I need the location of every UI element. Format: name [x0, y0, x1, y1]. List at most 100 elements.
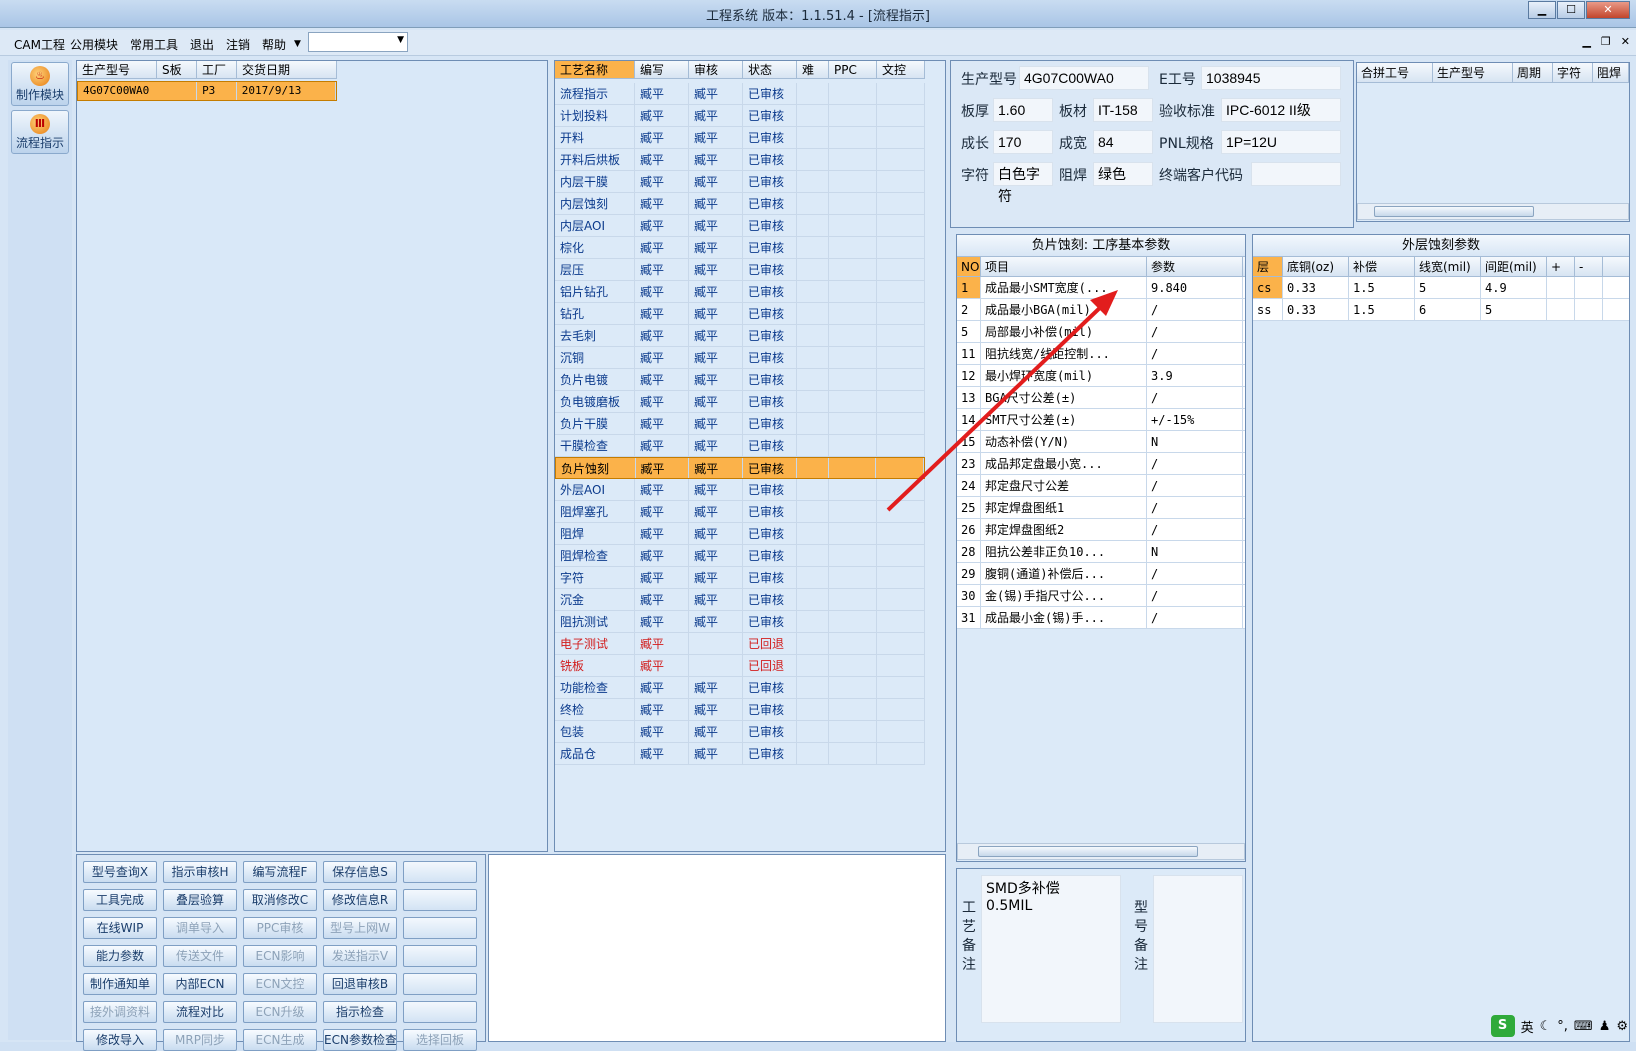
col-mask[interactable]: 阻焊: [1593, 63, 1629, 82]
action-button-2-1[interactable]: 调单导入: [163, 917, 237, 939]
sogou-ime-icon[interactable]: S: [1490, 1015, 1515, 1037]
table-row[interactable]: 干膜检查 臧平 臧平 已审核: [555, 435, 925, 457]
table-row[interactable]: 内层AOI 臧平 臧平 已审核: [555, 215, 925, 237]
col-merge-no[interactable]: 合拼工号: [1357, 63, 1433, 82]
minimize-button[interactable]: ▁: [1528, 1, 1556, 19]
col-status[interactable]: 状态: [743, 61, 797, 78]
param-row[interactable]: 11 阻抗线宽/线距控制... /: [957, 343, 1245, 365]
col-ppc[interactable]: PPC: [829, 61, 877, 78]
menu-exit[interactable]: 退出: [190, 36, 214, 53]
action-button-6-1[interactable]: MRP同步: [163, 1029, 237, 1051]
col-cycle[interactable]: 周期: [1513, 63, 1553, 82]
action-button-3-2[interactable]: ECN影响: [243, 945, 317, 967]
action-button-4-4[interactable]: [403, 973, 477, 995]
punctuation-icon[interactable]: °,: [1557, 1019, 1568, 1034]
col-reviewer[interactable]: 审核: [689, 61, 743, 78]
action-button-5-1[interactable]: 流程对比: [163, 1001, 237, 1023]
param-row[interactable]: 5 局部最小补偿(mil) /: [957, 321, 1245, 343]
param-row[interactable]: 24 邦定盘尺寸公差 /: [957, 475, 1245, 497]
table-row[interactable]: 阻焊检查 臧平 臧平 已审核: [555, 545, 925, 567]
param-row[interactable]: 31 成品最小金(锡)手... /: [957, 607, 1245, 629]
param-row[interactable]: 1 成品最小SMT宽度(... 9.840: [957, 277, 1245, 299]
action-button-1-1[interactable]: 叠层验算: [163, 889, 237, 911]
col-outer-0[interactable]: 层: [1253, 257, 1283, 276]
mdi-restore-icon[interactable]: ❐: [1601, 35, 1611, 48]
char-field[interactable]: 白色字符: [993, 162, 1053, 204]
table-row[interactable]: 阻焊塞孔 臧平 臧平 已审核: [555, 501, 925, 523]
action-button-0-3[interactable]: 保存信息S: [323, 861, 397, 883]
param-row[interactable]: 15 动态补偿(Y/N) N: [957, 431, 1245, 453]
merge-table-scrollbar[interactable]: [1357, 203, 1629, 220]
col-model[interactable]: 生产型号: [77, 61, 157, 78]
scroll-thumb[interactable]: [1374, 206, 1534, 217]
customer-code-field[interactable]: [1251, 162, 1341, 186]
outer-param-row[interactable]: ss 0.33 1.5 6 5: [1253, 299, 1629, 321]
action-button-6-4[interactable]: 选择回板: [403, 1029, 477, 1051]
close-button[interactable]: ✕: [1586, 1, 1630, 19]
action-button-0-0[interactable]: 型号查询X: [83, 861, 157, 883]
action-button-0-2[interactable]: 编写流程F: [243, 861, 317, 883]
param-row[interactable]: 23 成品邦定盘最小宽... /: [957, 453, 1245, 475]
ime-mode[interactable]: 英: [1521, 1017, 1534, 1036]
table-row[interactable]: 铝片钻孔 臧平 臧平 已审核: [555, 281, 925, 303]
outer-param-row[interactable]: cs 0.33 1.5 5 4.9: [1253, 277, 1629, 299]
user-icon[interactable]: ♟: [1599, 1019, 1611, 1034]
param-row[interactable]: 26 邦定焊盘图纸2/: [957, 519, 1245, 541]
keyboard-icon[interactable]: ⌨: [1574, 1019, 1593, 1034]
mask-field[interactable]: 绿色: [1093, 162, 1153, 186]
action-button-1-2[interactable]: 取消修改C: [243, 889, 317, 911]
table-row[interactable]: 棕化 臧平 臧平 已审核: [555, 237, 925, 259]
table-row[interactable]: 计划投料 臧平 臧平 已审核: [555, 105, 925, 127]
action-button-0-4[interactable]: [403, 861, 477, 883]
param-row[interactable]: 13 BGA尺寸公差(±) /: [957, 387, 1245, 409]
table-row[interactable]: 功能检查 臧平 臧平 已审核: [555, 677, 925, 699]
param-row[interactable]: 2 成品最小BGA(mil) /: [957, 299, 1245, 321]
param-row[interactable]: 28 阻抗公差非正负10... N: [957, 541, 1245, 563]
nav-make-module[interactable]: ♨ 制作模块: [11, 62, 69, 106]
table-row[interactable]: 电子测试 臧平 已回退: [555, 633, 925, 655]
param-row[interactable]: 30 金(锡)手指尺寸公... /: [957, 585, 1245, 607]
action-button-2-2[interactable]: PPC审核: [243, 917, 317, 939]
table-row[interactable]: 铣板 臧平 已回退: [555, 655, 925, 677]
param-row[interactable]: 12 最小焊环宽度(mil) 3.9: [957, 365, 1245, 387]
table-row[interactable]: 阻焊 臧平 臧平 已审核: [555, 523, 925, 545]
table-row[interactable]: 流程指示 臧平 臧平 已审核: [555, 83, 925, 105]
menu-common-module[interactable]: 公用模块: [70, 36, 118, 53]
table-row[interactable]: 负电镀磨板 臧平 臧平 已审核: [555, 391, 925, 413]
action-button-2-3[interactable]: 型号上网W: [323, 917, 397, 939]
col-delivery-date[interactable]: 交货日期: [237, 61, 337, 78]
menu-help[interactable]: 帮助: [262, 36, 286, 53]
table-row[interactable]: 开料 臧平 臧平 已审核: [555, 127, 925, 149]
table-row[interactable]: 终检 臧平 臧平 已审核: [555, 699, 925, 721]
param-row[interactable]: 29 腹铜(通道)补偿后... /: [957, 563, 1245, 585]
action-button-4-1[interactable]: 内部ECN: [163, 973, 237, 995]
action-button-2-0[interactable]: 在线WIP: [83, 917, 157, 939]
col-outer-6[interactable]: -: [1575, 257, 1603, 276]
param-row[interactable]: 14 SMT尺寸公差(±) +/-15%: [957, 409, 1245, 431]
action-button-5-2[interactable]: ECN升级: [243, 1001, 317, 1023]
action-button-6-3[interactable]: ECN参数检查: [323, 1029, 397, 1051]
table-row[interactable]: 钻孔 臧平 臧平 已审核: [555, 303, 925, 325]
menu-dropdown[interactable]: ▼: [308, 32, 408, 52]
col-param[interactable]: 参数: [1147, 257, 1243, 276]
table-row[interactable]: 内层干膜 臧平 臧平 已审核: [555, 171, 925, 193]
table-row[interactable]: 沉铜 臧平 臧平 已审核: [555, 347, 925, 369]
action-button-0-1[interactable]: 指示审核H: [163, 861, 237, 883]
action-button-4-3[interactable]: 回退审核B: [323, 973, 397, 995]
table-row[interactable]: 外层AOI 臧平 臧平 已审核: [555, 479, 925, 501]
table-row[interactable]: 4G07C00WA0 P3 2017/9/13: [77, 81, 337, 101]
table-row[interactable]: 负片干膜 臧平 臧平 已审核: [555, 413, 925, 435]
table-row[interactable]: 字符 臧平 臧平 已审核: [555, 567, 925, 589]
scroll-thumb[interactable]: [978, 846, 1198, 857]
pnl-field[interactable]: 1P=12U: [1221, 130, 1341, 154]
length-field[interactable]: 170: [993, 130, 1053, 154]
col-char[interactable]: 字符: [1553, 63, 1593, 82]
thickness-field[interactable]: 1.60: [993, 98, 1053, 122]
col-outer-5[interactable]: +: [1547, 257, 1575, 276]
table-row[interactable]: 负片电镀 臧平 臧平 已审核: [555, 369, 925, 391]
col-outer-1[interactable]: 底铜(oz): [1283, 257, 1349, 276]
col-outer-2[interactable]: 补偿: [1349, 257, 1415, 276]
action-button-3-1[interactable]: 传送文件: [163, 945, 237, 967]
col-s-board[interactable]: S板: [157, 61, 197, 78]
param-row[interactable]: 25 邦定焊盘图纸1/: [957, 497, 1245, 519]
